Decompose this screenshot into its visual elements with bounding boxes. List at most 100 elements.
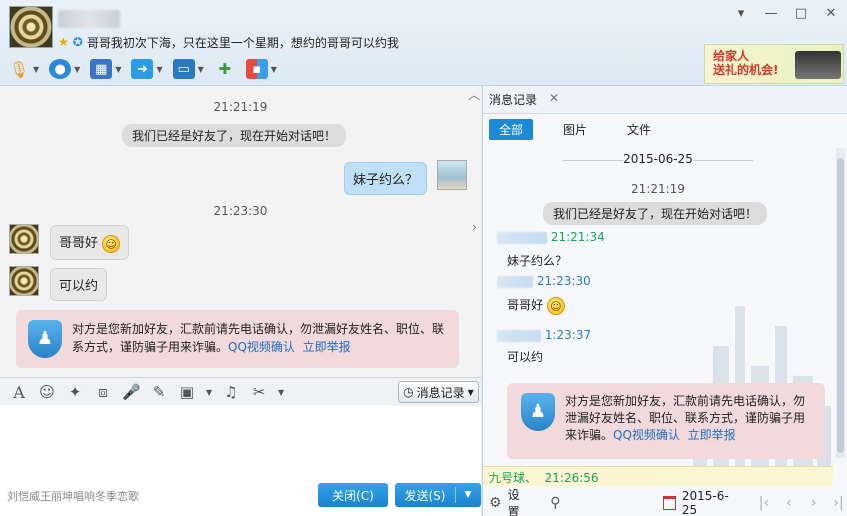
warning-text: 对方是您新加好友，汇款前请先电话确认，勿泄漏好友姓名、职位、联系方式，谨防骗子用… [565,394,806,442]
maximize-icon[interactable]: □ [793,6,809,21]
close-button[interactable]: 关闭(C) [318,483,388,507]
filter-all[interactable]: 全部 [489,119,534,140]
chevron-down-icon[interactable]: ▼ [278,388,284,397]
chevron-down-icon[interactable]: ▼ [33,65,39,74]
filter-files[interactable]: 文件 [617,119,661,140]
report-link[interactable]: 立即举报 [688,428,736,442]
voice-message-icon[interactable]: 🎤 [122,383,141,401]
history-footer: ⚙ 设置 ⚲ 2015-6-25 |‹ ‹ › ›| [483,486,847,516]
calendar-icon[interactable] [662,495,676,510]
chevron-down-icon[interactable]: ▼ [271,65,277,74]
apps-icon: ▪ [245,59,268,79]
first-page-icon[interactable]: |‹ [754,495,773,511]
contact-avatar-small[interactable] [9,224,39,254]
qq-security-icon: ♟ [521,393,555,431]
chevron-up-icon[interactable]: ︿ [468,86,480,103]
remote-desktop-button[interactable]: ▭ ▼ [172,57,204,81]
screenshot-scissors-icon[interactable]: ✂ [250,383,268,401]
voice-call-button[interactable]: 🎙 ▼ [8,57,39,81]
menu-dropdown-icon[interactable]: ▾ [733,6,749,21]
send-options-chevron-icon[interactable]: ▼ [456,490,480,500]
close-icon[interactable]: ✕ [823,6,839,21]
promo-banner[interactable]: 给家人 送礼的机会! [704,44,844,84]
send-button[interactable]: 发送(S) ▼ [395,483,481,507]
video-call-button[interactable]: ● ▼ [49,57,80,81]
report-link[interactable]: 立即举报 [303,340,351,354]
settings-label[interactable]: 设置 [508,486,531,516]
chevron-right-icon[interactable]: › [472,220,482,240]
file-transfer-button[interactable]: ➜ ▼ [131,57,163,81]
image-icon[interactable]: ▣ [178,383,196,401]
history-footer-date[interactable]: 2015-6-25 [682,489,741,516]
remote-desktop-icon: ▭ [172,59,195,79]
contact-avatar-small[interactable] [9,266,39,296]
chevron-down-icon[interactable]: ▼ [206,388,212,397]
security-warning: ♟ 对方是您新加好友，汇款前请先电话确认，勿泄漏好友姓名、职位、联系方式，谨防骗… [16,310,459,368]
news-ticker[interactable]: 刘恺威王丽坤唱响冬季恋歌 [7,488,139,504]
message-history-label: 消息记录 [416,385,465,400]
last-message-bar[interactable]: 九号球、 21:26:56 [483,466,833,486]
history-message-time: 1:23:37 [544,328,592,342]
search-icon[interactable]: ⚲ [550,495,560,511]
music-icon[interactable]: ♫ [222,383,240,401]
apps-button[interactable]: ▪ ▼ [245,57,277,81]
history-sender-row: 1:23:37 [497,328,591,342]
chat-message-area[interactable]: 21:21:19 我们已经是好友了，现在开始对话吧！ 妹子约么？ 21:23:3… [0,86,481,377]
incoming-message[interactable]: 可以约 [50,268,108,301]
close-icon[interactable]: ✕ [549,91,559,105]
add-chat-icon: ✚ [218,60,232,78]
minimize-icon[interactable]: — [763,6,779,21]
chevron-down-icon[interactable]: ▼ [115,65,121,74]
next-page-icon[interactable]: › [804,495,823,511]
prev-page-icon[interactable]: ‹ [779,495,798,511]
doodle-icon[interactable]: ✎ [150,383,168,401]
qzone-icon[interactable]: ✪ [73,35,83,49]
chevron-down-icon[interactable]: ▼ [74,65,80,74]
contact-avatar[interactable] [9,6,53,48]
webcam-icon: ● [49,59,72,79]
history-scrollbar-thumb[interactable] [837,158,844,453]
promo-text-line1: 给家人 [713,49,750,63]
smiley-emoji-icon: ☺ [102,234,121,253]
font-icon[interactable]: A [10,383,28,402]
history-list[interactable]: 2015-06-25 21:21:19 我们已经是好友了，现在开始对话吧！ 21… [483,146,833,466]
outgoing-message[interactable]: 妹子约么？ [344,162,428,195]
message-history-button[interactable]: ◷ 消息记录 ▼ [398,381,479,403]
message-time: 21:23:30 [213,204,268,218]
chevron-down-icon[interactable]: ▼ [198,65,204,74]
clock-icon: ◷ [403,385,414,399]
smiley-emoji-icon: ☺ [546,296,565,315]
system-message: 我们已经是好友了，现在开始对话吧！ [122,124,347,147]
tab-message-history[interactable]: 消息记录 [489,91,537,108]
my-avatar[interactable] [437,160,467,190]
chevron-down-icon[interactable]: ▼ [156,65,162,74]
shake-window-icon[interactable]: ⧈ [94,383,112,401]
video-verify-link[interactable]: QQ视频确认 [613,428,680,442]
screen-share-button[interactable]: ▦ ▼ [90,57,121,81]
incoming-message[interactable]: 哥哥好 ☺ [50,225,130,260]
history-message-time: 21:21:34 [550,230,605,244]
last-sender-name: 九号球、 [489,471,538,485]
window-controls: ▾ — □ ✕ [733,6,839,21]
history-message[interactable]: 哥哥好 ☺ [507,296,565,315]
sender-name-blurred [497,231,547,244]
chat-toolbar: 🎙 ▼ ● ▼ ▦ ▼ ➜ ▼ ▭ ▼ ✚ ▪ ▼ [8,56,277,82]
history-message[interactable]: 可以约 [507,348,543,365]
last-message-time: 21:26:56 [544,471,599,485]
contact-signature: 哥哥我初次下海，只在这里一个星期，想约的哥哥可以约我 [86,35,399,50]
magic-wand-icon[interactable]: ✦ [66,383,84,401]
incoming-message-text: 哥哥好 [59,236,99,251]
history-message[interactable]: 妹子约么？ [507,252,567,269]
send-button-label: 发送(S) [404,488,446,503]
message-time: 21:21:19 [213,100,268,114]
history-time: 21:21:19 [631,182,685,196]
add-chat-button[interactable]: ✚ [214,57,236,81]
gear-icon[interactable]: ⚙ [489,495,502,511]
promo-text: 给家人 送礼的机会! [713,49,778,77]
star-icon: ★ [58,35,69,49]
filter-images[interactable]: 图片 [553,119,597,140]
video-verify-link[interactable]: QQ视频确认 [228,340,295,354]
last-page-icon[interactable]: ›| [829,495,847,511]
emoji-icon[interactable]: ☺ [38,383,56,401]
history-filter: 全部 图片 文件 [489,119,661,140]
